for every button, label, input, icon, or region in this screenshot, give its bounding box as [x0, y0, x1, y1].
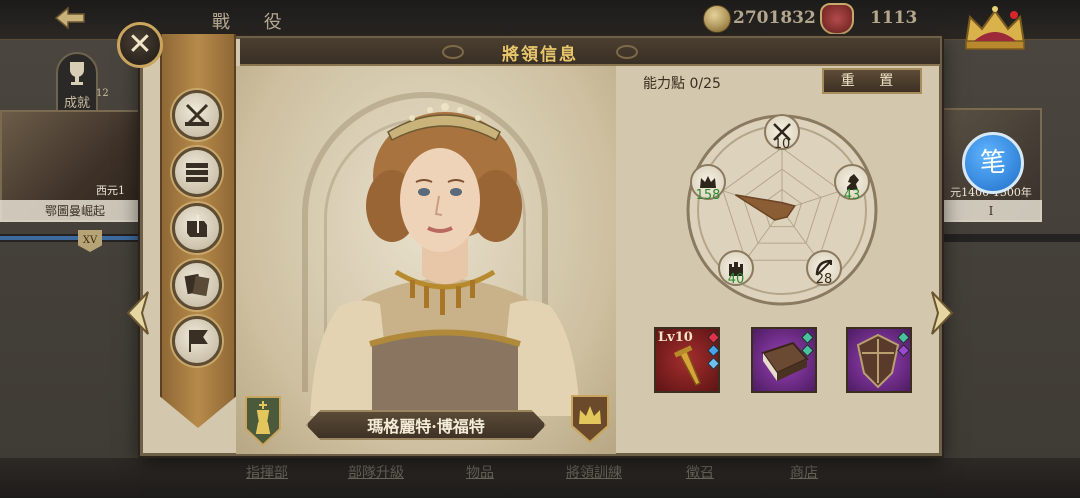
gold-amount: 2701832 [733, 8, 816, 28]
back-arrow-icon [54, 6, 85, 30]
tab-general-training[interactable]: 將領訓練 [566, 462, 622, 482]
side-button-equipment[interactable] [172, 203, 222, 253]
bottom-nav [0, 458, 1080, 498]
stat-command-value: 158 [695, 188, 721, 203]
dialog-title: 將領信息 [502, 45, 578, 65]
stat-attack-value: 10 [773, 137, 791, 152]
side-button-attributes[interactable] [172, 90, 222, 140]
brush-button[interactable]: 笔 [962, 132, 1024, 194]
equipment-level: Lv10 [658, 330, 693, 345]
stat-infantry-value: 40 [727, 272, 745, 287]
close-icon: ✕ [127, 27, 153, 62]
banner-sword-icon [189, 330, 208, 352]
crown-badge-icon[interactable] [568, 392, 612, 444]
tab-items[interactable]: 物品 [466, 462, 494, 482]
stats-swords-icon [185, 103, 209, 127]
gold-coin-icon [703, 5, 731, 33]
previous-general-arrow[interactable] [122, 288, 152, 338]
royal-crown-icon[interactable] [960, 3, 1030, 53]
tab-headquarters[interactable]: 指揮部 [246, 462, 288, 482]
brush-icon: 笔 [979, 148, 1006, 178]
trophy-icon [70, 62, 84, 85]
next-general-arrow[interactable] [928, 288, 958, 338]
campaign-card-label: 鄂圖曼崛起 [0, 200, 150, 222]
tab-recruit[interactable]: 徵召 [686, 462, 714, 482]
ability-points-label: 能力點 0/25 [643, 76, 721, 92]
seal-currency-icon [820, 3, 854, 35]
campaign-card-next-label: I [940, 200, 1042, 222]
side-button-banner[interactable] [172, 316, 222, 366]
stat-cavalry-value: 43 [843, 188, 861, 203]
stat-archery-value: 28 [815, 272, 833, 287]
screen-title: 戰 役 [212, 12, 296, 33]
tab-troop-upgrade[interactable]: 部隊升級 [348, 462, 404, 482]
achievement-count: 12 [96, 88, 109, 99]
timeline-progress [0, 236, 140, 240]
achievement-label: 成就 [63, 96, 90, 111]
back-button[interactable] [52, 4, 88, 32]
campaign-card-year: 西元1 [96, 184, 125, 197]
side-button-troops[interactable] [172, 147, 222, 197]
seal-amount: 1113 [870, 8, 918, 28]
reset-button[interactable]: 重 置 [822, 68, 922, 94]
general-portrait [310, 103, 580, 416]
close-button[interactable]: ✕ [117, 22, 163, 68]
troops-icon [186, 163, 208, 182]
general-name: 瑪格麗特·博福特 [367, 417, 485, 436]
scroll-sword-icon [187, 215, 207, 237]
skill-cards-icon [184, 273, 210, 297]
tab-shop[interactable]: 商店 [790, 462, 818, 482]
side-button-skills[interactable] [172, 260, 222, 310]
king-chess-badge-icon[interactable] [242, 393, 284, 447]
